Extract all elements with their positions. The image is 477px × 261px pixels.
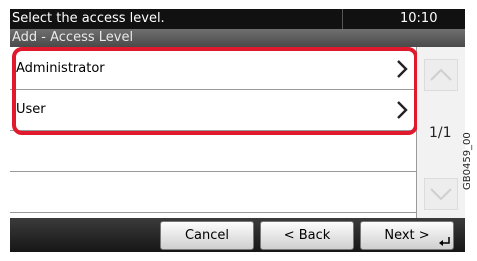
enter-icon <box>439 237 450 246</box>
message-bar: Select the access level. 10:10 <box>10 9 465 29</box>
back-button[interactable]: < Back <box>260 221 354 250</box>
scroll-up-button[interactable] <box>424 59 458 91</box>
scroll-panel: 1/1 <box>417 47 465 218</box>
cancel-button[interactable]: Cancel <box>160 221 254 250</box>
footer-bar: Cancel < Back Next > <box>10 218 465 252</box>
next-button-label: Next > <box>384 228 430 243</box>
panel-screen: Select the access level. 10:10 Add - Acc… <box>10 9 465 252</box>
header-divider <box>342 9 343 29</box>
message-text: Select the access level. <box>12 11 165 26</box>
scroll-down-button[interactable] <box>424 178 458 210</box>
scroll-up-icon <box>430 68 452 81</box>
screen-title-bar: Add - Access Level <box>10 29 465 47</box>
page-indicator: 1/1 <box>429 125 452 141</box>
list-item-empty <box>10 172 416 213</box>
scroll-down-icon <box>430 188 452 201</box>
list-item-empty <box>10 131 416 172</box>
next-button[interactable]: Next > <box>360 221 454 250</box>
screen-title: Add - Access Level <box>12 30 134 45</box>
figure-code: GB0459_00 <box>462 132 473 190</box>
clock: 10:10 <box>400 11 438 26</box>
selection-highlight <box>12 47 418 135</box>
